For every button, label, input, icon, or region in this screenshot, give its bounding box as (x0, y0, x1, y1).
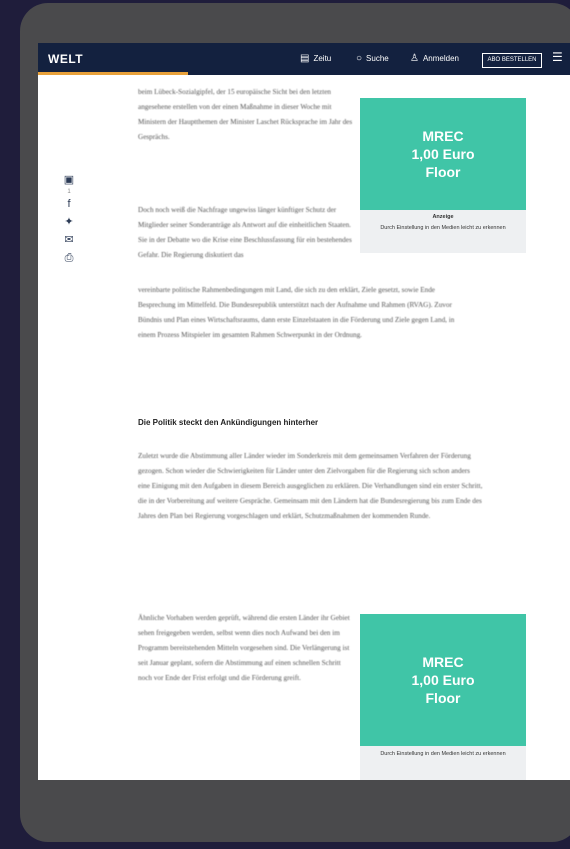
nav-zeitung[interactable]: ▤ Zeitu (300, 53, 331, 64)
user-icon: ♙ (410, 53, 419, 64)
nav-search[interactable]: ○ Suche (356, 53, 389, 64)
article-paragraph: Ähnliche Vorhaben werden geprüft, währen… (138, 614, 350, 682)
site-header: WELT ▤ Zeitu ○ Suche ♙ Anmelden ABO BESTELL… (38, 43, 570, 75)
article-paragraph: vereinbarte politische Rahmenbedingungen… (138, 286, 455, 339)
article-subheading: Die Politik steckt den Ankündigungen hin… (138, 418, 319, 427)
article-paragraph: beim Lübeck-Sozialgipfel, der 15 europäi… (138, 88, 353, 141)
twitter-icon[interactable]: ✦ (62, 213, 76, 231)
subscribe-button[interactable]: ABO BESTELLEN (482, 53, 542, 68)
mrec-ad-placeholder[interactable]: MREC 1,00 Euro Floor (360, 98, 526, 210)
ad-caption: Durch Einstellung in den Medien leicht z… (360, 746, 526, 780)
nav-login[interactable]: ♙ Anmelden (410, 53, 459, 64)
email-icon[interactable]: ✉ (62, 231, 76, 249)
search-icon: ○ (356, 53, 363, 64)
print-icon[interactable]: ⎙ (62, 249, 76, 267)
browser-viewport: WELT ▤ Zeitu ○ Suche ♙ Anmelden ABO BESTELL… (38, 43, 570, 780)
article-paragraph: Doch noch weiß die Nachfrage ungewiss lä… (138, 206, 352, 259)
site-logo[interactable]: WELT (48, 52, 83, 66)
menu-icon[interactable]: ☰ (552, 50, 563, 64)
article-paragraph: Zuletzt wurde die Abstimmung aller Lände… (138, 452, 483, 520)
comment-icon[interactable]: ▣ (62, 171, 76, 189)
newspaper-icon: ▤ (300, 53, 310, 64)
header-accent-bar (38, 72, 188, 75)
ad-caption: Anzeige Durch Einstellung in den Medien … (360, 210, 526, 253)
facebook-icon[interactable]: f (62, 195, 76, 213)
mrec-ad-placeholder[interactable]: MREC 1,00 Euro Floor (360, 614, 526, 746)
device-frame: WELT ▤ Zeitu ○ Suche ♙ Anmelden ABO BESTELL… (20, 3, 570, 842)
share-bar: ▣ 1 f ✦ ✉ ⎙ (62, 171, 76, 267)
